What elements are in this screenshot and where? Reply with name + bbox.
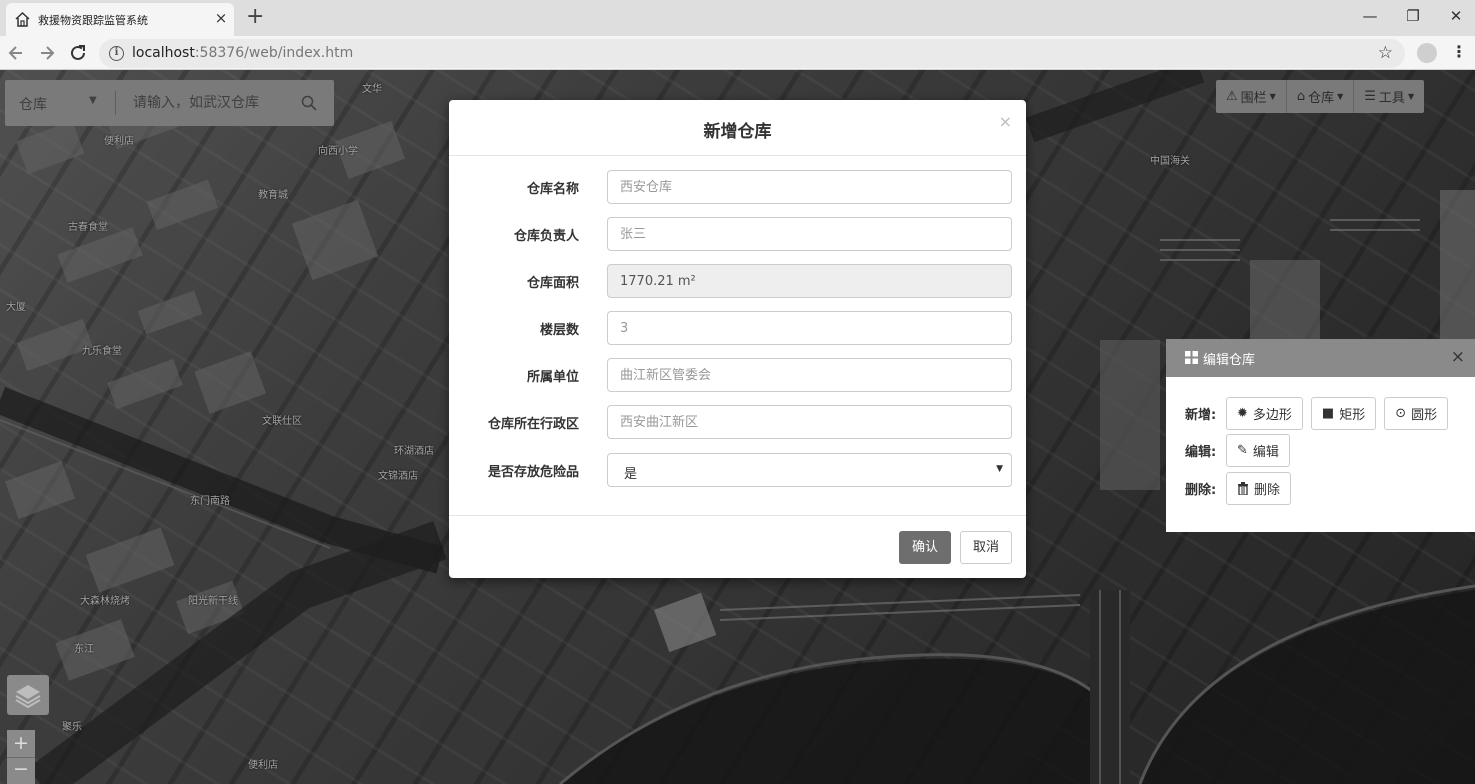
unit-input[interactable] bbox=[607, 358, 1012, 392]
field-label: 楼层数 bbox=[539, 323, 579, 338]
tab-close-button[interactable]: × bbox=[212, 9, 230, 27]
info-icon[interactable]: i bbox=[109, 46, 124, 61]
floors-input[interactable] bbox=[607, 311, 1012, 345]
form-row-district: 仓库所在行政区 bbox=[449, 405, 1026, 439]
window-close-button[interactable]: ✕ bbox=[1444, 4, 1468, 28]
browser-tab[interactable]: 救援物资跟踪监管系统 × bbox=[6, 3, 234, 36]
list-icon: ☰ bbox=[1364, 89, 1376, 104]
search-icon[interactable] bbox=[301, 95, 317, 111]
modal-title: 新增仓库 bbox=[703, 122, 772, 142]
edit-label: 编辑: bbox=[1185, 445, 1217, 460]
browser-titlebar: 救援物资跟踪监管系统 × + — ❐ ✕ bbox=[0, 0, 1475, 36]
edit-panel-title: 编辑仓库 bbox=[1203, 353, 1256, 368]
bookmark-star-icon[interactable]: ☆ bbox=[1378, 43, 1393, 63]
delete-button-label: 删除 bbox=[1254, 483, 1281, 498]
fence-label: 围栏 bbox=[1240, 91, 1267, 106]
caret-down-icon: ▼ bbox=[1337, 92, 1344, 101]
manager-input[interactable] bbox=[607, 217, 1012, 251]
field-label: 仓库名称 bbox=[526, 182, 579, 197]
form-row-hazardous: 是否存放危险品 是 ▼ bbox=[449, 453, 1026, 487]
caret-down-icon: ▼ bbox=[1269, 92, 1276, 101]
search-type-select[interactable]: 仓库 bbox=[19, 94, 47, 114]
url-field[interactable]: i localhost:58376/web/index.htm ☆ bbox=[99, 39, 1405, 68]
reload-icon[interactable] bbox=[66, 41, 90, 65]
warehouse-label: 仓库 bbox=[1308, 91, 1335, 106]
home-icon: ⌂ bbox=[1296, 89, 1306, 104]
delete-row: 删除: 删除 bbox=[1185, 472, 1299, 505]
modal-close-button[interactable]: × bbox=[999, 112, 1012, 131]
field-label: 是否存放危险品 bbox=[487, 465, 579, 480]
forward-icon[interactable] bbox=[35, 41, 59, 65]
layers-icon bbox=[15, 685, 41, 709]
tools-label: 工具 bbox=[1378, 91, 1405, 106]
delete-shape-button[interactable]: 删除 bbox=[1226, 472, 1292, 505]
zoom-out-button[interactable]: − bbox=[7, 758, 35, 784]
window-minimize-button[interactable]: — bbox=[1358, 4, 1382, 28]
window-maximize-button[interactable]: ❐ bbox=[1401, 4, 1425, 28]
modal-header: 新增仓库 × bbox=[449, 100, 1026, 156]
district-input[interactable] bbox=[607, 405, 1012, 439]
caret-down-icon[interactable]: ▼ bbox=[89, 95, 97, 106]
circle-label: 圆形 bbox=[1411, 408, 1438, 423]
form-row-name: 仓库名称 bbox=[449, 170, 1026, 204]
add-row: 新增: ✹ 多边形 ■ 矩形 ⊙ 圆形 bbox=[1185, 397, 1456, 430]
edit-warehouse-panel: 编辑仓库 × 新增: ✹ 多边形 ■ 矩形 ⊙ 圆形 编辑: ✎ 编辑 删除: bbox=[1166, 339, 1475, 532]
address-bar: i localhost:58376/web/index.htm ☆ ⋮ bbox=[0, 36, 1475, 70]
map-toolbar: ⚠ 围栏 ▼ ⌂ 仓库 ▼ ☰ 工具 ▼ bbox=[1216, 80, 1425, 113]
new-tab-button[interactable]: + bbox=[246, 5, 264, 29]
area-field bbox=[607, 264, 1012, 298]
edit-button-label: 编辑 bbox=[1252, 445, 1279, 460]
field-label: 仓库所在行政区 bbox=[487, 417, 579, 432]
search-input[interactable] bbox=[133, 91, 293, 115]
layer-switcher-button[interactable] bbox=[7, 675, 49, 715]
hazardous-select[interactable]: 是 ▼ bbox=[607, 453, 1012, 487]
pencil-icon: ✎ bbox=[1237, 443, 1248, 458]
modal-footer: 确认 取消 bbox=[449, 515, 1026, 578]
warehouse-name-input[interactable] bbox=[607, 170, 1012, 204]
polygon-icon: ✹ bbox=[1237, 406, 1248, 421]
tab-title: 救援物资跟踪监管系统 bbox=[38, 14, 148, 27]
rectangle-label: 矩形 bbox=[1339, 408, 1366, 423]
edit-panel-close-button[interactable]: × bbox=[1451, 347, 1465, 367]
add-label: 新增: bbox=[1185, 408, 1217, 423]
grid-icon bbox=[1185, 351, 1198, 364]
add-warehouse-modal: 新增仓库 × 仓库名称 仓库负责人 仓库面积 楼层数 所属单位 仓库所在行政区 … bbox=[449, 100, 1026, 578]
edit-row: 编辑: ✎ 编辑 bbox=[1185, 434, 1298, 467]
fence-dropdown[interactable]: ⚠ 围栏 ▼ bbox=[1216, 80, 1287, 113]
draw-polygon-button[interactable]: ✹ 多边形 bbox=[1226, 397, 1303, 430]
polygon-label: 多边形 bbox=[1252, 408, 1292, 423]
warehouse-dropdown[interactable]: ⌂ 仓库 ▼ bbox=[1287, 80, 1355, 113]
profile-avatar[interactable] bbox=[1417, 43, 1437, 63]
field-label: 仓库面积 bbox=[526, 276, 579, 291]
form-row-area: 仓库面积 bbox=[449, 264, 1026, 298]
url-text: localhost:58376/web/index.htm bbox=[132, 45, 354, 61]
form-row-unit: 所属单位 bbox=[449, 358, 1026, 392]
form-row-floors: 楼层数 bbox=[449, 311, 1026, 345]
form-row-manager: 仓库负责人 bbox=[449, 217, 1026, 251]
caret-down-icon: ▼ bbox=[996, 464, 1003, 474]
draw-circle-button[interactable]: ⊙ 圆形 bbox=[1384, 397, 1449, 430]
field-label: 所属单位 bbox=[526, 370, 579, 385]
field-label: 仓库负责人 bbox=[513, 229, 579, 244]
tools-dropdown[interactable]: ☰ 工具 ▼ bbox=[1354, 80, 1424, 113]
select-value: 是 bbox=[624, 467, 638, 482]
draw-rectangle-button[interactable]: ■ 矩形 bbox=[1310, 397, 1377, 430]
square-icon: ■ bbox=[1321, 406, 1335, 421]
trash-icon bbox=[1238, 482, 1248, 495]
delete-label: 删除: bbox=[1185, 483, 1217, 498]
home-icon bbox=[15, 11, 30, 27]
warning-icon: ⚠ bbox=[1226, 89, 1238, 104]
caret-down-icon: ▼ bbox=[1407, 92, 1415, 101]
circle-dot-icon: ⊙ bbox=[1395, 406, 1407, 421]
edit-panel-header: 编辑仓库 × bbox=[1166, 339, 1475, 377]
edit-shape-button[interactable]: ✎ 编辑 bbox=[1226, 434, 1290, 467]
menu-kebab-icon[interactable]: ⋮ bbox=[1451, 42, 1467, 61]
confirm-button[interactable]: 确认 bbox=[899, 531, 951, 564]
zoom-in-button[interactable]: + bbox=[7, 730, 35, 758]
cancel-button[interactable]: 取消 bbox=[960, 531, 1012, 564]
map-search-box: 仓库 ▼ bbox=[5, 80, 334, 126]
back-icon[interactable] bbox=[4, 41, 28, 65]
divider bbox=[115, 91, 116, 115]
